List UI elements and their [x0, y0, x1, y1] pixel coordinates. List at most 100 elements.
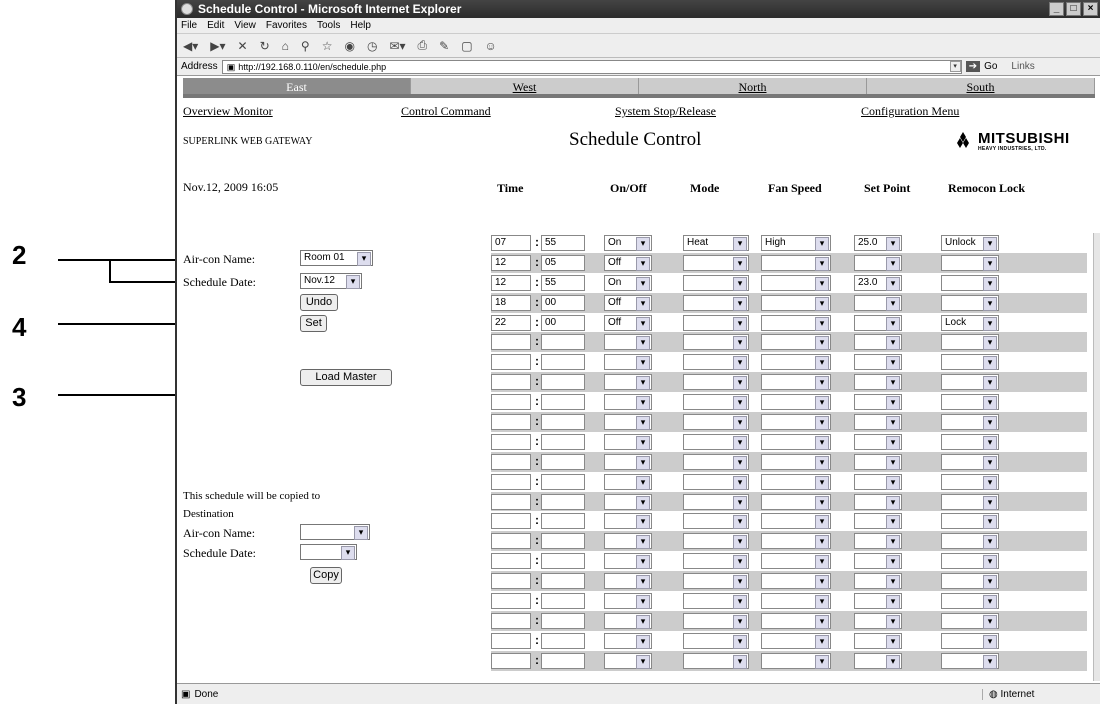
fan-speed-select[interactable]	[761, 453, 831, 470]
onoff-select[interactable]	[604, 513, 652, 530]
hour-input[interactable]	[491, 513, 531, 530]
nav-system-stop-release[interactable]: System Stop/Release	[615, 104, 716, 119]
remocon-lock-select[interactable]	[941, 652, 999, 669]
set-point-select[interactable]	[854, 433, 902, 450]
print-icon[interactable]: ⎙	[418, 38, 428, 53]
remocon-lock-select[interactable]	[941, 433, 999, 450]
remocon-lock-select[interactable]	[941, 374, 999, 391]
search-icon[interactable]: ⚲	[301, 39, 310, 53]
remocon-lock-select[interactable]: Lock	[941, 314, 999, 331]
menu-tools[interactable]: Tools	[317, 20, 340, 31]
history-icon[interactable]: ◷	[367, 39, 377, 53]
fan-speed-select[interactable]	[761, 254, 831, 271]
minute-input[interactable]	[541, 354, 585, 371]
tab-east[interactable]: East	[183, 78, 411, 94]
onoff-select[interactable]	[604, 652, 652, 669]
nav-control-command[interactable]: Control Command	[401, 104, 491, 119]
onoff-select[interactable]	[604, 573, 652, 590]
aircon-name-select[interactable]: Room 01	[300, 250, 373, 266]
go-arrow-icon[interactable]: ➔	[965, 61, 981, 72]
set-point-select[interactable]: 25.0	[854, 235, 902, 251]
minute-input[interactable]	[541, 612, 585, 629]
refresh-icon[interactable]: ↻	[260, 39, 270, 53]
address-input[interactable]: ▣ http://192.168.0.110/en/schedule.php ▾	[221, 59, 962, 74]
hour-input[interactable]	[491, 493, 531, 510]
minute-input[interactable]: 55	[541, 235, 585, 251]
fan-speed-select[interactable]	[761, 274, 831, 291]
remocon-lock-select[interactable]	[941, 294, 999, 311]
fan-speed-select[interactable]	[761, 394, 831, 411]
onoff-select[interactable]	[604, 414, 652, 431]
hour-input[interactable]: 12	[491, 274, 531, 291]
mode-select[interactable]	[683, 414, 749, 431]
menu-view[interactable]: View	[234, 20, 256, 31]
set-point-select[interactable]	[854, 414, 902, 431]
remocon-lock-select[interactable]	[941, 493, 999, 510]
remocon-lock-select[interactable]	[941, 553, 999, 570]
menu-edit[interactable]: Edit	[207, 20, 224, 31]
messenger-icon[interactable]: ☺	[485, 39, 497, 53]
set-point-select[interactable]	[854, 533, 902, 550]
minute-input[interactable]	[541, 533, 585, 550]
onoff-select[interactable]	[604, 533, 652, 550]
menu-file[interactable]: File	[181, 20, 197, 31]
hour-input[interactable]	[491, 612, 531, 629]
onoff-select[interactable]	[604, 394, 652, 411]
close-button[interactable]: ×	[1083, 2, 1098, 16]
onoff-select[interactable]: Off	[604, 254, 652, 271]
mode-select[interactable]	[683, 473, 749, 490]
minute-input[interactable]	[541, 573, 585, 590]
onoff-select[interactable]	[604, 334, 652, 351]
home-icon[interactable]: ⌂	[282, 39, 289, 53]
minute-input[interactable]: 00	[541, 294, 585, 311]
mode-select[interactable]	[683, 354, 749, 371]
back-icon[interactable]: ◀▾	[183, 39, 198, 53]
onoff-select[interactable]: Off	[604, 314, 652, 331]
fan-speed-select[interactable]	[761, 593, 831, 610]
mode-select[interactable]	[683, 314, 749, 331]
mode-select[interactable]	[683, 294, 749, 311]
set-point-select[interactable]	[854, 553, 902, 570]
hour-input[interactable]	[491, 433, 531, 450]
address-dropdown-icon[interactable]: ▾	[949, 61, 961, 72]
fan-speed-select[interactable]	[761, 493, 831, 510]
mode-select[interactable]	[683, 533, 749, 550]
fan-speed-select[interactable]	[761, 652, 831, 669]
hour-input[interactable]	[491, 354, 531, 371]
remocon-lock-select[interactable]: Unlock	[941, 235, 999, 251]
set-point-select[interactable]	[854, 394, 902, 411]
set-point-select[interactable]	[854, 473, 902, 490]
hour-input[interactable]	[491, 473, 531, 490]
set-point-select[interactable]	[854, 593, 902, 610]
edit-icon[interactable]: ✎	[439, 39, 449, 53]
minute-input[interactable]	[541, 493, 585, 510]
menu-favorites[interactable]: Favorites	[266, 20, 307, 31]
minute-input[interactable]: 00	[541, 314, 585, 331]
set-point-select[interactable]	[854, 294, 902, 311]
onoff-select[interactable]	[604, 493, 652, 510]
minute-input[interactable]	[541, 473, 585, 490]
fan-speed-select[interactable]	[761, 433, 831, 450]
fan-speed-select[interactable]	[761, 573, 831, 590]
minute-input[interactable]	[541, 334, 585, 351]
mode-select[interactable]	[683, 433, 749, 450]
fan-speed-select[interactable]	[761, 354, 831, 371]
maximize-button[interactable]: □	[1066, 2, 1081, 16]
minute-input[interactable]	[541, 433, 585, 450]
minute-input[interactable]	[541, 414, 585, 431]
undo-button[interactable]: Undo	[300, 294, 338, 311]
hour-input[interactable]	[491, 632, 531, 649]
favorites-icon[interactable]: ☆	[322, 39, 333, 53]
onoff-select[interactable]	[604, 553, 652, 570]
mode-select[interactable]	[683, 254, 749, 271]
mode-select[interactable]	[683, 394, 749, 411]
mode-select[interactable]	[683, 612, 749, 629]
tab-north[interactable]: North	[639, 78, 867, 94]
onoff-select[interactable]	[604, 632, 652, 649]
media-icon[interactable]: ◉	[344, 39, 354, 53]
remocon-lock-select[interactable]	[941, 394, 999, 411]
onoff-select[interactable]: On	[604, 235, 652, 251]
hour-input[interactable]: 18	[491, 294, 531, 311]
hour-input[interactable]	[491, 652, 531, 669]
menu-help[interactable]: Help	[350, 20, 371, 31]
